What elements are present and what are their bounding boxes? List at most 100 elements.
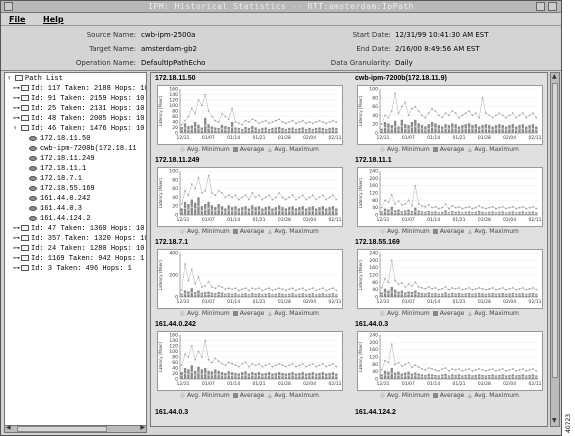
maximize-button[interactable] [548,2,557,11]
figure-id: 40723 [565,413,572,433]
x-tick-label: 02/11 [329,135,342,141]
y-tick-label: 120 [169,98,178,104]
tree-path-item[interactable]: ⊶ Id: 357 Taken: 1320 Hops: 10 [13,234,146,244]
tree-hop-item[interactable]: 172.18.11.50 [29,134,90,144]
avg-minimum-mark [414,125,417,127]
tree-path-item[interactable]: ⊶ Id: 24 Taken: 1280 Hops: 10 [13,244,144,254]
tree-hop-item[interactable]: 172.18.7.1 [29,174,82,184]
avg-minimum-mark [264,294,267,296]
avg-minimum-mark [424,129,427,131]
x-tick-label: 01/14 [427,299,440,305]
avg-minimum-mark [420,212,424,214]
avg-minimum-mark [407,374,410,376]
x-tick-label: 01/28 [278,381,291,387]
avg-minimum-swatch [180,147,185,152]
tree-path-item[interactable]: ⊶ Id: 25 Taken: 2131 Hops: 10 [13,104,144,114]
legend-min-label: Avg. Minimum [387,392,430,399]
tree-hop-item[interactable]: 161.44.0.242 [29,194,90,204]
tree-hop-item[interactable]: 172.18.11.1 [29,164,86,174]
tree-path-item[interactable]: ⊶ Id: 91 Taken: 2159 Hops: 10 [13,94,144,104]
avg-minimum-mark [498,212,501,214]
avg-minimum-mark [484,376,488,378]
tree-path-item[interactable]: ⊶ Id: 47 Taken: 1360 Hops: 10 [13,224,144,234]
tree-hop-item[interactable]: cwb-ipm-7200b(172.18.11 [29,144,137,154]
avg-minimum-mark [393,126,397,128]
avg-minimum-mark [220,294,224,296]
avg-minimum-mark [254,210,257,212]
avg-minimum-mark [525,294,528,296]
charts-scroll-thumb[interactable] [552,83,558,378]
tree-path-item[interactable]: ⊶ Id: 117 Taken: 2188 Hops: 10 [13,84,146,94]
minimize-button[interactable] [536,2,545,11]
tree-hop-item-label: 161.44.0.242 [40,195,91,203]
avg-minimum-mark [237,129,241,132]
avg-minimum-mark [457,376,461,378]
avg-minimum-mark [180,129,183,131]
avg-minimum-mark [274,294,277,296]
scroll-left-arrow-icon[interactable]: ◀ [6,424,11,431]
avg-minimum-mark [331,294,335,296]
legend-min-label: Avg. Minimum [387,146,430,153]
avg-minimum-mark [193,208,197,210]
tree-scroll-thumb[interactable] [17,426,107,432]
legend-avg-label: Average [239,310,265,317]
avg-minimum-mark [393,292,397,294]
y-tick-label: 240 [369,333,378,339]
y-tick-label: 100 [169,103,178,109]
source-name-label: Source Name: [86,31,136,39]
avg-minimum-mark [525,376,528,378]
legend-max-label: Avg. Maximum [474,310,519,317]
avg-minimum-mark [434,127,437,129]
avg-minimum-mark [281,210,284,212]
avg-minimum-mark [444,375,447,378]
scroll-up-arrow-icon[interactable]: ▲ [552,73,557,80]
avg-maximum-swatch [467,393,473,398]
y-tick-label: 80 [372,280,378,286]
tree-hop-item[interactable]: 161.44.124.2 [29,214,90,224]
avg-minimum-mark [494,294,498,296]
tree-path-item[interactable]: ⊶ Id: 48 Taken: 2005 Hops: 10 [13,114,144,124]
y-tick-label: 60 [372,104,378,110]
average-swatch [432,393,438,398]
avg-minimum-mark [224,294,227,296]
avg-minimum-mark [467,127,471,129]
avg-minimum-mark [494,128,498,130]
avg-minimum-mark [467,212,471,214]
scroll-down-arrow-icon[interactable]: ▼ [552,417,557,424]
legend-avg-label: Average [239,146,265,153]
path-tree[interactable]: ♀ Path List ⊶ Id: 117 Taken: 2188 Hops: 10 ⊶… [4,72,147,427]
x-tick-label: 01/07 [402,299,415,305]
legend-avg-label: Average [239,392,265,399]
tree-hop-item[interactable]: 161.44.0.3 [29,204,82,214]
avg-minimum-mark [447,213,451,215]
chart-plot-frame: Latency (Msec) 0 20 40 60 80 100 12/31 01/07 01/1… [357,85,543,145]
scroll-right-arrow-icon[interactable]: ▶ [140,424,145,431]
avg-minimum-mark [217,129,220,132]
y-axis-label: Latency (Msec) [158,341,163,372]
avg-minimum-mark [525,129,528,131]
avg-minimum-mark [277,209,281,211]
avg-minimum-mark [447,128,451,130]
menu-file[interactable]: File [9,15,25,24]
legend-max-label: Avg. Maximum [474,392,519,399]
avg-minimum-mark [230,374,234,377]
tree-hop-item[interactable]: 172.18.11.249 [29,154,95,164]
tree-horizontal-scrollbar[interactable]: ◀ ▶ [4,424,147,433]
avg-minimum-mark [261,129,264,132]
x-tick-label: 01/21 [253,135,266,141]
tree-path-item[interactable]: ⊶ Id: 1169 Taken: 942 Hops: 1 [13,254,144,264]
charts-vertical-scrollbar[interactable]: ▲ ▼ [550,72,560,427]
avg-minimum-mark [484,128,488,130]
tree-path-item[interactable]: ♀ Id: 46 Taken: 1476 Hops: 10 [13,124,144,134]
menu-help[interactable]: Help [43,15,64,24]
tree-hop-item[interactable]: 172.18.55.169 [29,184,95,194]
x-tick-label: 02/11 [529,299,542,305]
tree-hop-item-label: 172.18.7.1 [40,175,83,183]
avg-minimum-mark [264,375,267,377]
x-tick-label: 02/04 [503,217,516,223]
tree-root[interactable]: ♀ Path List [7,74,63,84]
avg-maximum-swatch [267,147,273,152]
tree-path-item[interactable]: ⊶ Id: 3 Taken: 496 Hops: 1 [13,264,132,274]
avg-minimum-mark [417,294,420,296]
avg-minimum-mark [441,376,444,378]
